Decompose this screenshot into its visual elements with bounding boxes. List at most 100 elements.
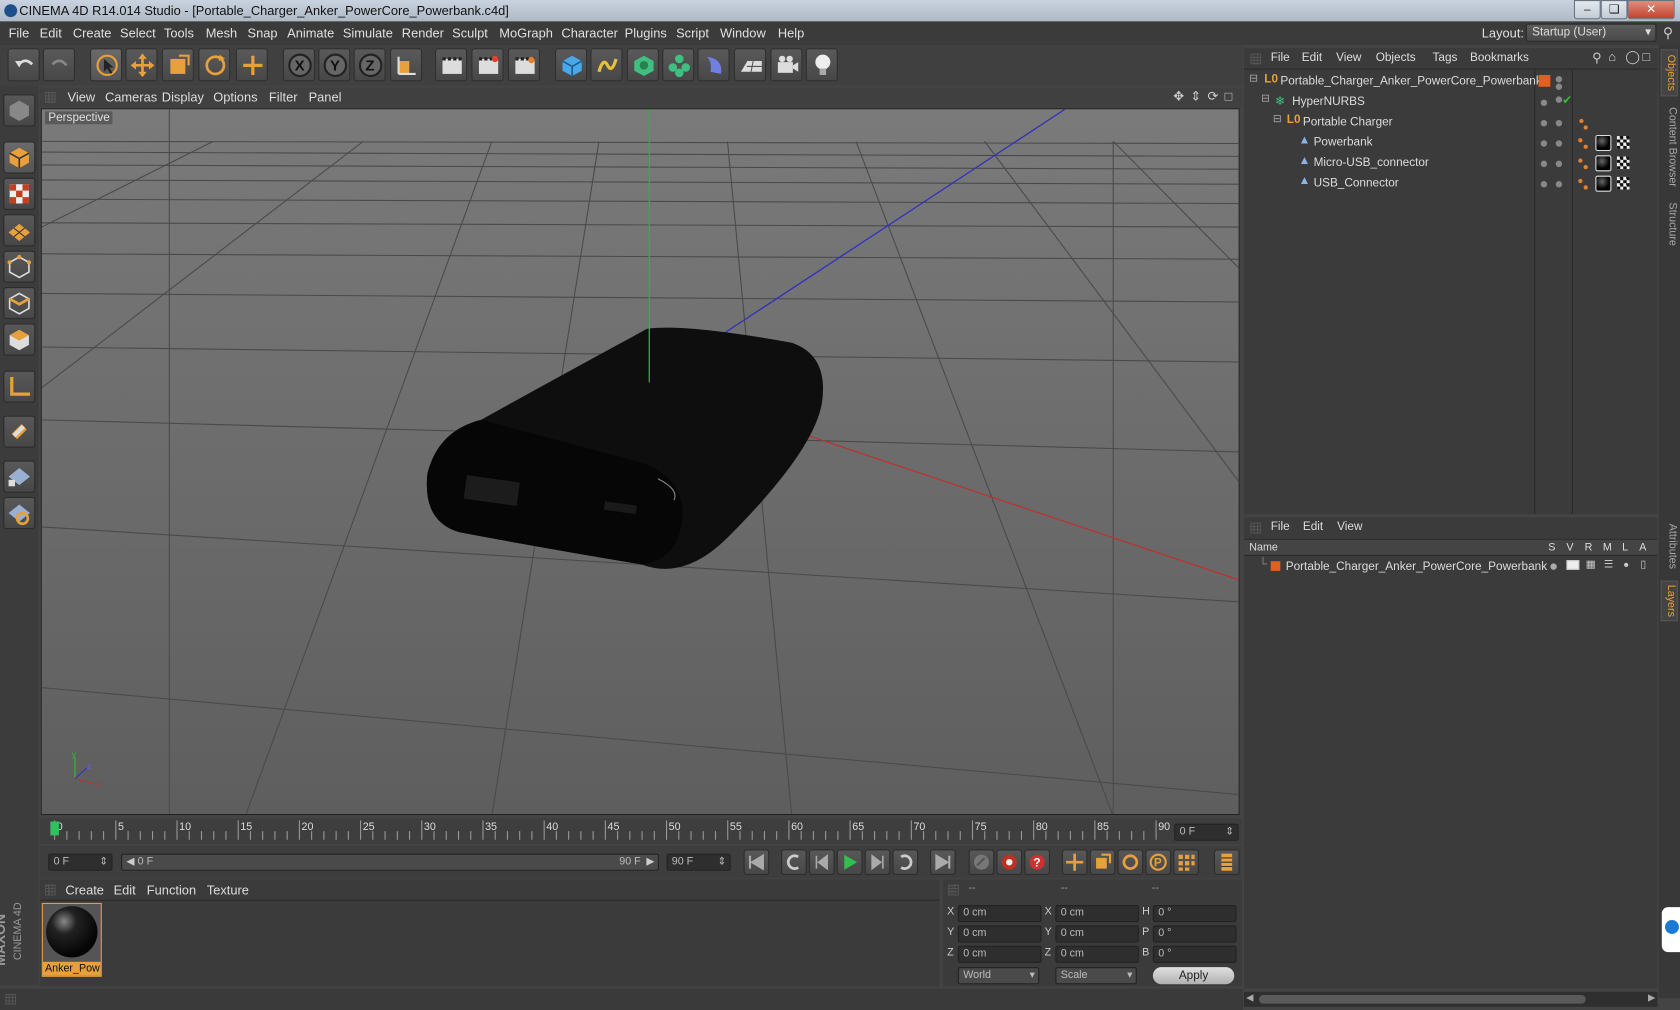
spline-pen-button[interactable] xyxy=(590,48,623,82)
collapse-icon[interactable]: ⊟ xyxy=(1261,93,1270,105)
tab-content-browser[interactable]: Content Browser xyxy=(1661,101,1678,193)
record-keys-button[interactable] xyxy=(968,849,995,876)
menu-edit[interactable]: Edit xyxy=(40,26,62,41)
previous-key-button[interactable] xyxy=(781,849,807,876)
render-view-button[interactable] xyxy=(435,48,468,82)
viewport-menu-cameras[interactable]: Cameras xyxy=(105,90,157,105)
points-mode-button[interactable] xyxy=(3,250,36,283)
floor-scene-button[interactable] xyxy=(733,48,767,82)
make-editable-button[interactable] xyxy=(3,94,36,127)
horizontal-scrollbar[interactable]: ◀ ▶ xyxy=(1243,991,1658,1007)
render-toggle-icon[interactable]: ▦ xyxy=(1586,559,1596,571)
render-visibility-dot[interactable] xyxy=(1555,119,1563,127)
timeline-ruler[interactable]: 0 5 10 15 20 25 30 35 40 45 50 55 60 65 70 75 80 85 90 0 F… xyxy=(39,818,1242,844)
collapse-icon[interactable]: ⊟ xyxy=(1249,73,1258,85)
playhead-marker[interactable] xyxy=(50,821,59,836)
autokey-button[interactable] xyxy=(996,849,1023,876)
menu-mograph[interactable]: MoGraph xyxy=(499,26,553,41)
material-menu-create[interactable]: Create xyxy=(65,883,104,898)
previous-frame-button[interactable] xyxy=(808,849,835,876)
position-y-field[interactable]: 0 cm xyxy=(957,925,1042,943)
menu-mesh[interactable]: Mesh xyxy=(206,26,237,41)
objects-menu-edit[interactable]: Edit xyxy=(1302,51,1322,64)
editor-visibility-dot[interactable] xyxy=(1540,140,1548,147)
animation-toggle-icon[interactable]: ▯ xyxy=(1640,559,1646,571)
material-menu-edit[interactable]: Edit xyxy=(114,883,136,898)
rotate-tool-button[interactable] xyxy=(198,48,231,82)
coordinate-system-button[interactable] xyxy=(390,48,423,82)
editor-visibility-dot[interactable] xyxy=(1555,76,1563,83)
editor-visibility-dot[interactable] xyxy=(1540,99,1548,107)
objects-menu-objects[interactable]: Objects xyxy=(1376,51,1416,64)
record-position-button[interactable] xyxy=(1061,849,1088,876)
size-z-field[interactable]: 0 cm xyxy=(1055,945,1139,963)
layers-menu-edit[interactable]: Edit xyxy=(1303,521,1323,534)
coord-mode-select[interactable]: World ▾ xyxy=(957,967,1040,985)
close-button[interactable]: ✕ xyxy=(1627,0,1675,20)
z-axis-lock-button[interactable]: Z xyxy=(353,48,386,82)
objects-menu-bookmarks[interactable]: Bookmarks xyxy=(1470,51,1529,64)
menu-window[interactable]: Window xyxy=(720,26,766,41)
objects-menu-view[interactable]: View xyxy=(1336,51,1361,64)
record-pla-button[interactable] xyxy=(1173,849,1199,876)
texture-mode-button[interactable] xyxy=(3,177,36,210)
menu-create[interactable]: Create xyxy=(73,26,112,41)
maximize-view-icon[interactable]: □ xyxy=(1225,89,1233,104)
recent-tool-button[interactable] xyxy=(235,48,268,82)
render-settings-button[interactable] xyxy=(507,48,541,82)
tree-row-portable-charger[interactable]: ⊟ L0 Portable Charger xyxy=(1244,114,1658,133)
tree-row-usb-connector[interactable]: ▲ USB_Connector xyxy=(1244,175,1658,194)
material-tag-icon[interactable] xyxy=(1595,175,1612,192)
menu-plugins[interactable]: Plugins xyxy=(625,26,667,41)
home-icon[interactable]: ⌂ xyxy=(1608,49,1616,64)
size-mode-select[interactable]: Scale ▾ xyxy=(1055,967,1137,985)
nurbs-button[interactable] xyxy=(626,48,659,82)
current-frame-field[interactable]: 0 F ⇕ xyxy=(1174,823,1239,841)
go-to-start-button[interactable] xyxy=(743,849,770,876)
apply-button[interactable]: Apply xyxy=(1152,967,1235,985)
eye-icon[interactable]: ◯ xyxy=(1625,49,1639,64)
camera-button[interactable] xyxy=(770,48,803,82)
render-picture-viewer-button[interactable] xyxy=(471,48,504,82)
workplane-lock-button[interactable] xyxy=(3,460,36,493)
deformer-button[interactable] xyxy=(697,48,730,82)
workplane-mode-button[interactable] xyxy=(3,214,36,247)
render-visibility-dot[interactable] xyxy=(1555,160,1563,168)
position-z-field[interactable]: 0 cm xyxy=(957,945,1042,963)
render-visibility-dot[interactable] xyxy=(1555,181,1563,188)
undo-button[interactable] xyxy=(7,48,40,82)
pan-view-icon[interactable]: ✥ xyxy=(1173,89,1184,104)
material-swatch[interactable]: Anker_Pow xyxy=(41,902,102,977)
new-window-icon[interactable]: □ xyxy=(1643,49,1651,64)
editor-visibility-dot[interactable] xyxy=(1540,160,1548,168)
tab-attributes[interactable]: Attributes xyxy=(1661,516,1678,576)
record-parameter-button[interactable]: P xyxy=(1145,849,1172,876)
render-visibility-dot[interactable] xyxy=(1555,140,1563,147)
material-menu-texture[interactable]: Texture xyxy=(207,883,249,898)
scale-tool-button[interactable] xyxy=(161,48,194,82)
axis-mode-button[interactable] xyxy=(3,370,36,403)
layer-color-swatch[interactable] xyxy=(1538,74,1551,87)
menu-character[interactable]: Character xyxy=(561,26,617,41)
maximize-button[interactable]: ❏ xyxy=(1600,0,1628,20)
minimize-button[interactable]: – xyxy=(1573,0,1601,20)
objects-menu-file[interactable]: File xyxy=(1271,51,1290,64)
material-menu-function[interactable]: Function xyxy=(147,883,196,898)
menu-simulate[interactable]: Simulate xyxy=(343,26,393,41)
timeline-window-button[interactable] xyxy=(1213,849,1240,876)
viewport-menu-display[interactable]: Display xyxy=(162,90,204,105)
frame-range-slider[interactable]: ◀ 0 F 90 F ▶ xyxy=(121,853,659,871)
snap-magnet-button[interactable] xyxy=(3,415,36,448)
viewport-menu-filter[interactable]: Filter xyxy=(269,90,298,105)
material-tag-icon[interactable] xyxy=(1595,134,1612,152)
material-tag-icon[interactable] xyxy=(1595,155,1612,172)
render-visibility-dot[interactable] xyxy=(1555,83,1563,90)
view-toggle-icon[interactable] xyxy=(1566,560,1580,570)
phong-tag-icon[interactable] xyxy=(1578,138,1583,143)
solo-toggle[interactable] xyxy=(1550,563,1557,570)
tab-objects[interactable]: Objects xyxy=(1660,49,1678,97)
search-icon[interactable]: ⚲ xyxy=(1663,25,1673,42)
y-axis-lock-button[interactable]: Y xyxy=(318,48,351,82)
tree-row-hypernurbs[interactable]: ⊟ ❄ HyperNURBS ✔ xyxy=(1244,93,1658,112)
menu-tools[interactable]: Tools xyxy=(164,26,194,41)
